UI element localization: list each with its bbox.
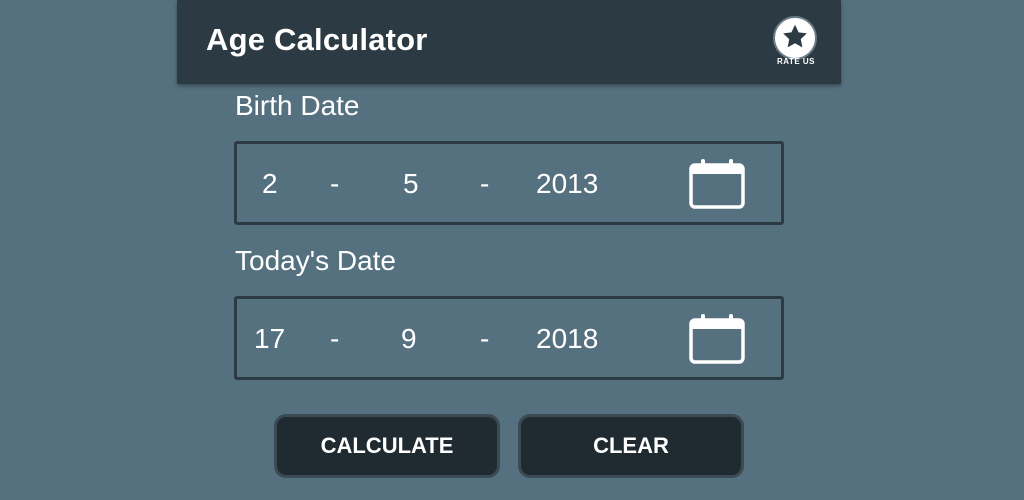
calendar-icon[interactable] — [688, 313, 746, 365]
todays-date-label: Today's Date — [235, 245, 396, 276]
clear-button[interactable]: CLEAR — [518, 414, 744, 478]
calendar-icon[interactable] — [688, 158, 746, 210]
today-year: 2018 — [536, 323, 599, 354]
star-icon — [773, 16, 817, 60]
app-bar: Age Calculator RATE US — [177, 0, 841, 84]
app-title: Age Calculator — [206, 22, 428, 57]
today-month: 9 — [401, 323, 417, 354]
date-separator: - — [330, 323, 340, 354]
today-day: 17 — [254, 323, 286, 354]
birth-day: 2 — [262, 168, 278, 199]
birth-year: 2013 — [536, 168, 599, 199]
date-separator: - — [330, 168, 340, 199]
calculate-button[interactable]: CALCULATE — [274, 414, 500, 478]
rate-us-label: RATE US — [776, 57, 816, 66]
rate-us-button[interactable]: RATE US — [771, 16, 821, 70]
date-separator: - — [480, 323, 490, 354]
birth-month: 5 — [403, 168, 419, 199]
birth-date-field[interactable]: 2 - 5 - 2013 — [234, 141, 784, 225]
date-separator: - — [480, 168, 490, 199]
birth-date-label: Birth Date — [235, 90, 360, 121]
todays-date-field[interactable]: 17 - 9 - 2018 — [234, 296, 784, 380]
